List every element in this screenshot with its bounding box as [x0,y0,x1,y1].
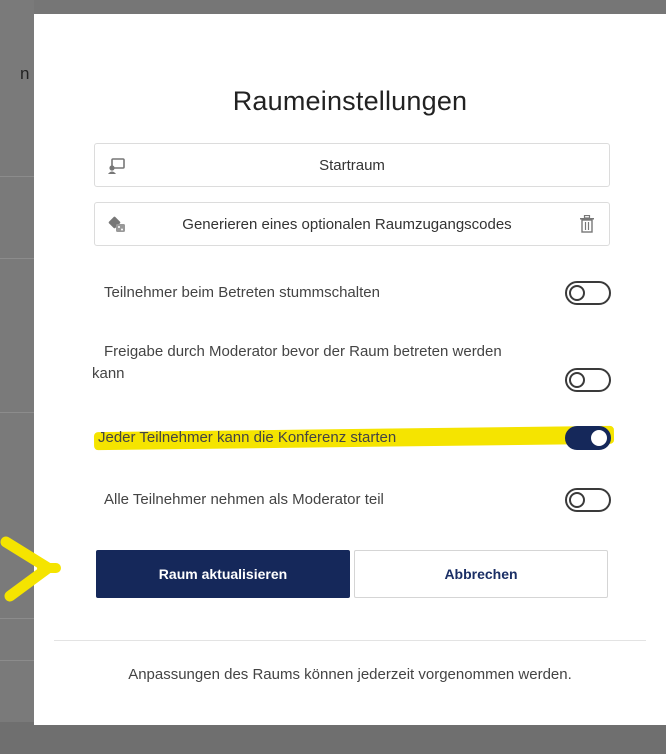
toggle-knob [569,372,585,388]
option-all-moderator-toggle[interactable] [565,488,611,512]
background-divider [0,660,34,661]
option-anyone-start-toggle[interactable] [565,426,611,450]
option-mute-toggle[interactable] [565,281,611,305]
option-approval-label-line2: kann [92,365,125,382]
room-icon [108,158,125,174]
dice-icon [108,216,125,232]
option-approval-label-line1: Freigabe durch Moderator bevor der Raum … [104,343,502,360]
access-code-field[interactable]: Generieren eines optionalen Raumzugangsc… [94,202,610,246]
option-mute-label: Teilnehmer beim Betreten stummschalten [104,284,380,301]
cancel-button[interactable]: Abbrechen [354,550,608,598]
toggle-knob [569,285,585,301]
option-all-moderator-label: Alle Teilnehmer nehmen als Moderator tei… [104,491,384,508]
yellow-arrow-annotation [0,536,61,602]
background-divider [0,412,34,413]
trash-icon[interactable] [579,215,595,233]
room-settings-modal: Raumeinstellungen Startraum Generieren e… [34,14,666,725]
room-name-value: Startraum [319,156,385,174]
toggle-knob [591,430,607,446]
background-divider [0,618,34,619]
background-divider [0,176,34,177]
background-text: n [20,64,30,83]
background-divider [0,258,34,259]
update-room-button[interactable]: Raum aktualisieren [96,550,350,598]
background-sidebar [0,0,34,754]
modal-title: Raumeinstellungen [232,86,468,116]
option-approval-toggle[interactable] [565,368,611,392]
background-bottom [0,722,666,754]
option-anyone-start-label: Jeder Teilnehmer kann die Konferenz star… [98,429,397,446]
access-code-value: Generieren eines optionalen Raumzugangsc… [182,215,512,233]
modal-divider [54,640,646,641]
room-name-field[interactable]: Startraum [94,143,610,187]
toggle-knob [569,492,585,508]
footer-note: Anpassungen des Raums können jederzeit v… [128,666,572,683]
